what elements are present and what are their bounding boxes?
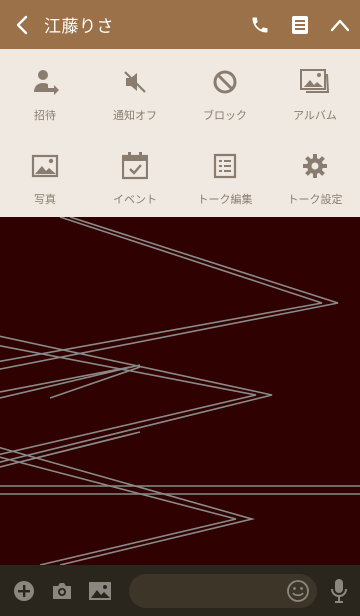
menu-photos[interactable]: 写真	[0, 133, 90, 217]
calendar-icon	[119, 150, 151, 182]
back-button[interactable]	[0, 0, 44, 49]
menu-talk-settings[interactable]: トーク設定	[270, 133, 360, 217]
menu-album[interactable]: アルバム	[270, 49, 360, 133]
gear-icon	[299, 150, 331, 182]
menu-label: 写真	[34, 193, 56, 206]
menu-edit-talk[interactable]: トーク編集	[180, 133, 270, 217]
menu-label: トーク設定	[287, 193, 343, 206]
notes-button[interactable]	[280, 0, 320, 49]
menu-label: トーク編集	[197, 193, 253, 206]
message-input[interactable]	[129, 573, 317, 608]
mic-icon	[331, 578, 347, 603]
add-button[interactable]	[5, 565, 43, 616]
chat-menu-panel: 招待 通知オフ ブロック アルバム 写真 イベント トーク編集 トーク設定	[0, 49, 360, 217]
menu-events[interactable]: イベント	[90, 133, 180, 217]
mute-icon	[119, 66, 151, 98]
album-icon	[299, 66, 331, 98]
menu-label: 通知オフ	[113, 109, 157, 122]
camera-button[interactable]	[43, 565, 81, 616]
photo-icon	[29, 150, 61, 182]
edit-list-icon	[209, 150, 241, 182]
emoji-icon	[287, 579, 309, 602]
chat-header: 江藤りさ	[0, 0, 360, 49]
block-icon	[209, 66, 241, 98]
emoji-button[interactable]	[285, 578, 311, 604]
chat-area[interactable]	[0, 217, 360, 565]
notes-icon	[292, 15, 308, 34]
chat-title: 江藤りさ	[44, 17, 114, 37]
collapse-menu-button[interactable]	[320, 0, 360, 49]
plus-circle-icon	[14, 580, 34, 601]
invite-icon	[29, 66, 61, 98]
chevron-pattern	[0, 217, 360, 565]
menu-label: ブロック	[203, 109, 247, 122]
camera-icon	[53, 582, 71, 599]
image-button[interactable]	[81, 565, 119, 616]
menu-label: 招待	[34, 109, 56, 122]
chevron-up-icon	[330, 19, 350, 31]
menu-invite[interactable]: 招待	[0, 49, 90, 133]
menu-label: イベント	[113, 193, 157, 206]
voice-button[interactable]	[321, 565, 357, 616]
call-button[interactable]	[240, 0, 280, 49]
image-icon	[89, 581, 111, 600]
menu-label: アルバム	[293, 109, 337, 122]
phone-icon	[252, 17, 268, 32]
menu-notifications-off[interactable]: 通知オフ	[90, 49, 180, 133]
chevron-left-icon	[16, 15, 28, 34]
input-bar	[0, 565, 360, 616]
menu-block[interactable]: ブロック	[180, 49, 270, 133]
